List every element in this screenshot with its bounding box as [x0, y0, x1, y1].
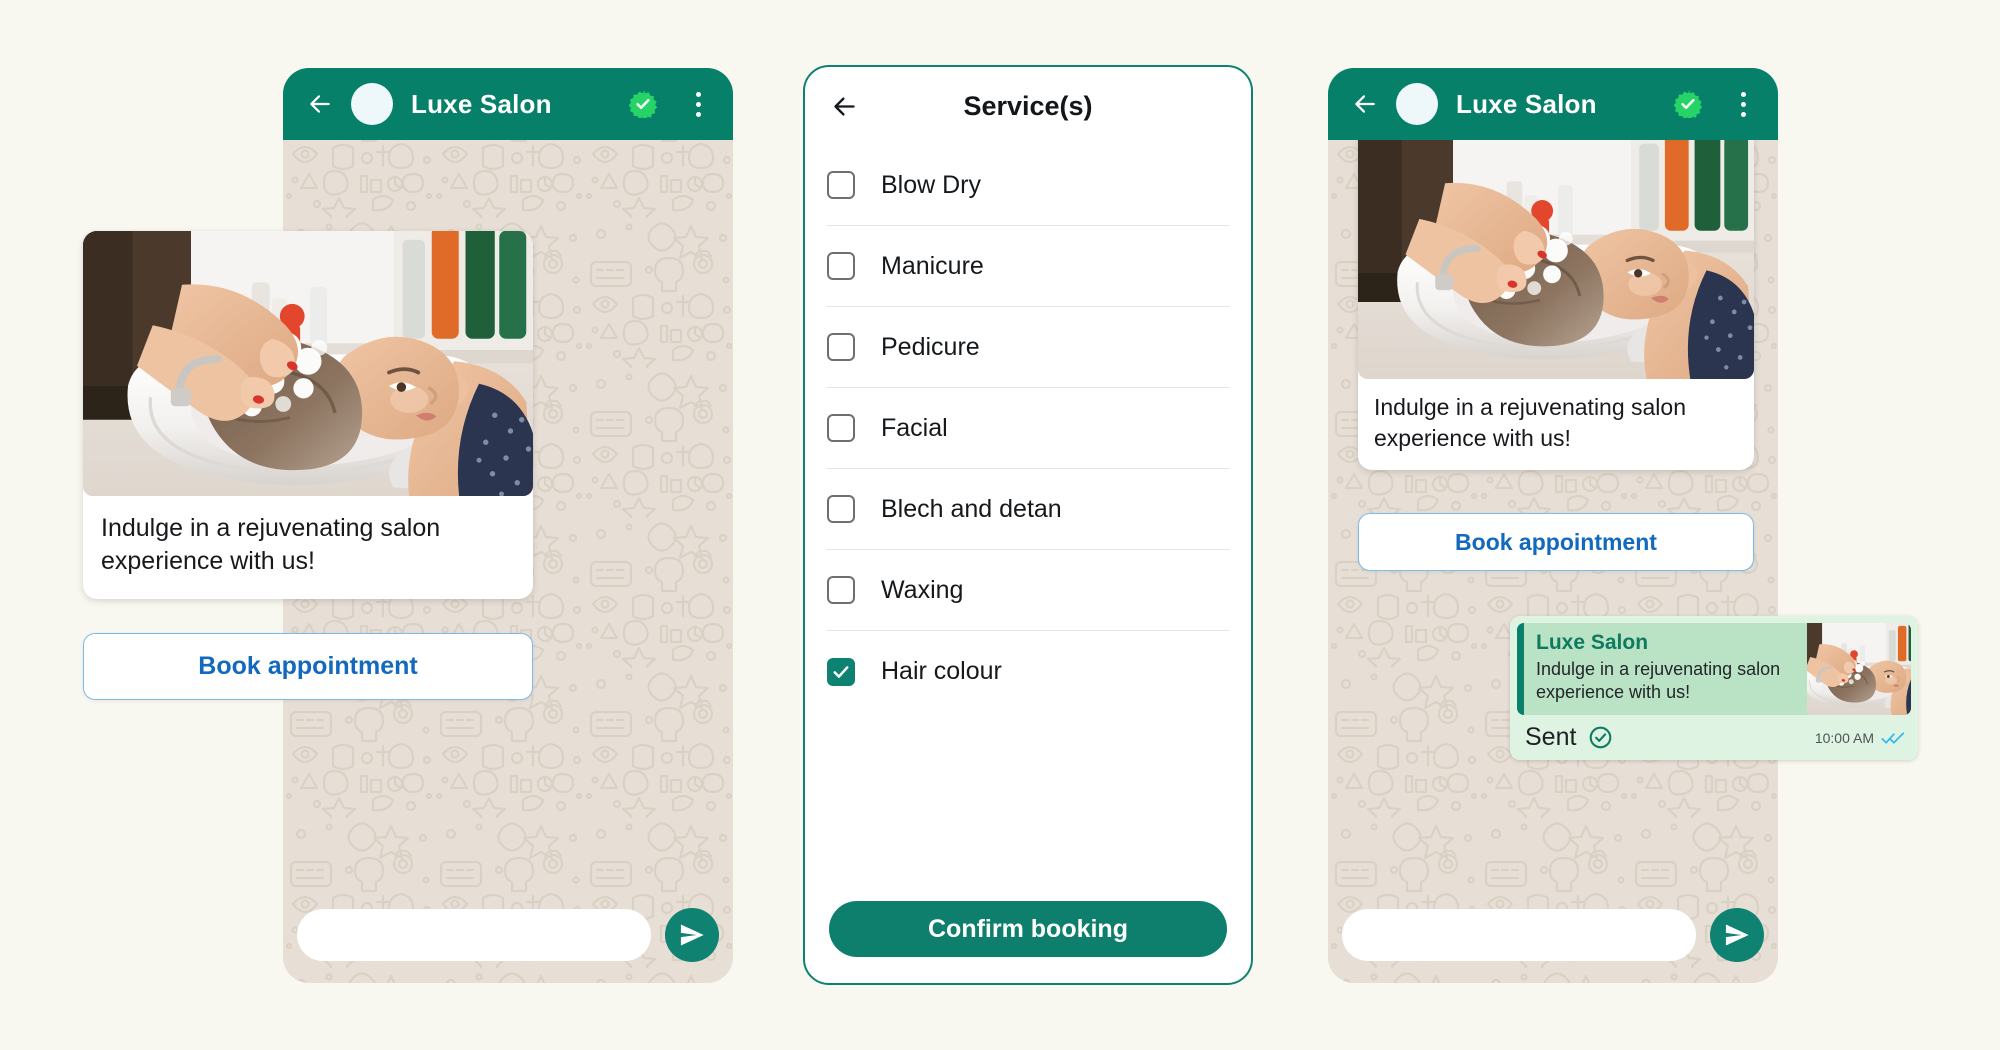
checkbox-blow-dry[interactable]: [827, 171, 855, 199]
avatar[interactable]: [1396, 83, 1438, 125]
service-row-hair-colour[interactable]: Hair colour: [827, 631, 1229, 712]
back-button[interactable]: [829, 91, 859, 121]
chat-header: Luxe Salon: [283, 68, 733, 140]
service-label: Facial: [881, 413, 948, 442]
quoted-sender-name: Luxe Salon: [1536, 631, 1649, 654]
checkbox-pedicure[interactable]: [827, 333, 855, 361]
avatar[interactable]: [351, 83, 393, 125]
verified-badge-icon: [629, 90, 657, 118]
page-title: Service(s): [963, 90, 1093, 121]
quoted-body: Luxe Salon Indulge in a rejuvenating sal…: [1524, 623, 1807, 715]
service-row-manicure[interactable]: Manicure: [827, 226, 1229, 307]
composer-bar: [297, 908, 719, 962]
service-picker-screen: Service(s) Blow Dry Manicure Pedicure Fa…: [803, 65, 1253, 985]
checkbox-blech-and-detan[interactable]: [827, 495, 855, 523]
quoted-reply: Luxe Salon Indulge in a rejuvenating sal…: [1517, 623, 1911, 715]
composer-bar: [1342, 908, 1764, 962]
phone-service-picker: Service(s) Blow Dry Manicure Pedicure Fa…: [803, 65, 1253, 985]
chat-title: Luxe Salon: [411, 88, 552, 119]
check-circle-icon: [1588, 725, 1613, 750]
quoted-thumbnail: [1807, 623, 1911, 715]
back-button[interactable]: [1350, 89, 1380, 119]
service-list: Blow Dry Manicure Pedicure Facial Blech …: [805, 145, 1251, 901]
message-timestamp: 10:00 AM: [1814, 729, 1874, 746]
message-input[interactable]: [297, 909, 651, 961]
send-icon: [1723, 921, 1751, 949]
product-card-text: Indulge in a rejuvenating salon experien…: [1374, 394, 1687, 451]
outgoing-message-bubble[interactable]: Luxe Salon Indulge in a rejuvenating sal…: [1510, 616, 1918, 760]
back-button[interactable]: [305, 89, 335, 119]
message-input[interactable]: [1342, 909, 1696, 961]
quoted-accent-bar: [1517, 623, 1524, 715]
service-label: Hair colour: [881, 657, 1002, 685]
service-label: Blech and detan: [881, 494, 1062, 523]
book-appointment-button[interactable]: Book appointment: [83, 633, 533, 700]
send-button[interactable]: [665, 908, 719, 962]
salon-photo: [1358, 126, 1754, 379]
screenshot-stage: Luxe Salon Indulge in a rejuvenating sal…: [0, 0, 2000, 1050]
salon-photo: [83, 231, 533, 496]
picker-footer: Confirm booking: [805, 901, 1251, 983]
service-label: Pedicure: [881, 332, 980, 361]
send-icon: [678, 921, 706, 949]
service-label: Blow Dry: [881, 170, 982, 199]
overflow-menu-icon[interactable]: [1730, 89, 1756, 119]
checkbox-facial[interactable]: [827, 414, 855, 442]
service-row-blech-and-detan[interactable]: Blech and detan: [827, 469, 1229, 550]
send-button[interactable]: [1710, 908, 1764, 962]
check-icon: [831, 662, 851, 682]
quoted-message-text: Indulge in a rejuvenating salon experien…: [1536, 659, 1781, 703]
book-appointment-button[interactable]: Book appointment: [1358, 513, 1754, 571]
overflow-menu-icon[interactable]: [685, 89, 711, 119]
product-card[interactable]: Indulge in a rejuvenating salon experien…: [83, 231, 533, 599]
checkbox-manicure[interactable]: [827, 252, 855, 280]
verified-badge-icon: [1674, 90, 1702, 118]
product-card[interactable]: Indulge in a rejuvenating salon experien…: [1358, 126, 1754, 471]
service-label: Waxing: [881, 575, 964, 604]
picker-header: Service(s): [805, 67, 1251, 145]
checkbox-waxing[interactable]: [827, 576, 855, 604]
checkbox-hair-colour[interactable]: [827, 657, 855, 686]
chat-title: Luxe Salon: [1456, 88, 1597, 119]
phone-chat-after: Luxe Salon Indulge in a rejuvenating sal…: [1328, 68, 1918, 983]
status-label: Sent: [1525, 723, 1577, 751]
chat-header: Luxe Salon: [1328, 68, 1778, 140]
service-label: Manicure: [881, 251, 984, 280]
service-row-facial[interactable]: Facial: [827, 388, 1229, 469]
confirm-booking-button[interactable]: Confirm booking: [829, 901, 1227, 957]
service-row-pedicure[interactable]: Pedicure: [827, 307, 1229, 388]
message-status-row: Sent 10:00 AM: [1517, 715, 1911, 755]
service-row-blow-dry[interactable]: Blow Dry: [827, 145, 1229, 226]
double-check-icon: [1881, 731, 1905, 745]
product-card-text: Indulge in a rejuvenating salon experien…: [101, 514, 441, 576]
phone-chat-before: Luxe Salon Indulge in a rejuvenating sal…: [83, 68, 733, 983]
service-row-waxing[interactable]: Waxing: [827, 550, 1229, 631]
